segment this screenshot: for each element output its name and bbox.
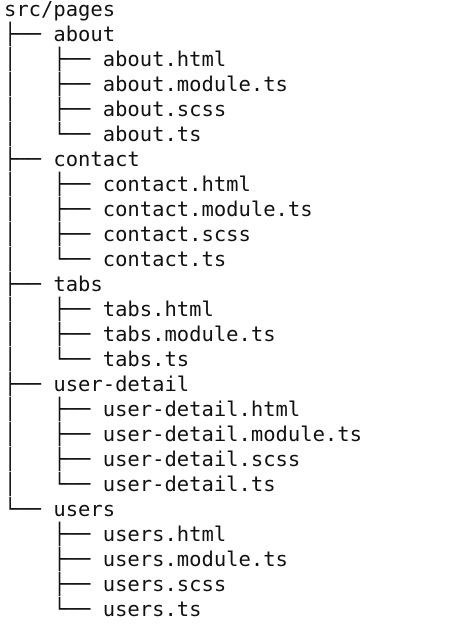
file-name: about.ts [102, 122, 202, 146]
tree-branch-connector: │ ├── [4, 397, 103, 421]
tree-file-row: │ ├── contact.scss [4, 222, 251, 247]
tree-root: src/pages [4, 0, 115, 22]
tree-file-row: │ └── contact.ts [4, 247, 226, 272]
tree-file-row: │ ├── contact.html [4, 172, 251, 197]
tree-file-row: └── users.ts [4, 597, 202, 622]
tree-file-row: │ ├── tabs.html [4, 297, 214, 322]
file-name: users.scss [102, 572, 227, 596]
file-name: about.scss [102, 97, 227, 121]
tree-file-row: │ ├── user-detail.module.ts [4, 422, 362, 447]
tree-branch-connector: │ └── [4, 472, 103, 496]
tree-branch-connector: ├── [4, 372, 54, 396]
tree-branch-connector: │ ├── [4, 447, 103, 471]
file-name: contact.html [102, 172, 251, 196]
tree-file-row: │ ├── user-detail.html [4, 397, 300, 422]
tree-file-row: │ ├── user-detail.scss [4, 447, 300, 472]
tree-branch-connector: │ └── [4, 247, 103, 271]
tree-branch-connector: ├── [4, 22, 54, 46]
file-name: tabs.html [102, 297, 214, 321]
file-tree: src/pages ├── about │ ├── about.html │ ├──… [0, 0, 460, 626]
tree-branch-connector: ├── [4, 522, 103, 546]
tree-file-row: │ ├── about.module.ts [4, 72, 288, 97]
tree-folder-row: ├── user-detail [4, 372, 189, 397]
tree-file-row: │ ├── contact.module.ts [4, 197, 313, 222]
tree-folder-row: ├── contact [4, 147, 140, 172]
tree-branch-connector: ├── [4, 147, 54, 171]
tree-branch-connector: ├── [4, 547, 103, 571]
file-name: about.module.ts [102, 72, 288, 96]
tree-branch-connector: │ └── [4, 122, 103, 146]
tree-branch-connector: │ ├── [4, 297, 103, 321]
tree-file-row: │ ├── tabs.module.ts [4, 322, 276, 347]
file-name: contact.scss [102, 222, 251, 246]
tree-branch-connector: │ ├── [4, 172, 103, 196]
tree-branch-connector: │ ├── [4, 422, 103, 446]
tree-folder-row: └── users [4, 497, 115, 522]
file-name: users.ts [102, 597, 202, 621]
tree-branch-connector: ├── [4, 572, 103, 596]
tree-file-row: ├── users.scss [4, 572, 226, 597]
tree-file-row: │ ├── about.html [4, 47, 226, 72]
folder-name: users [53, 497, 116, 521]
file-name: tabs.module.ts [102, 322, 276, 346]
tree-branch-connector: │ ├── [4, 47, 103, 71]
file-name: contact.module.ts [102, 197, 313, 221]
folder-name: user-detail [53, 372, 190, 396]
folder-name: tabs [53, 272, 103, 296]
tree-branch-connector: │ ├── [4, 72, 103, 96]
file-name: contact.ts [102, 247, 227, 271]
file-name: user-detail.html [102, 397, 301, 421]
tree-folder-row: ├── about [4, 22, 115, 47]
tree-branch-connector: │ ├── [4, 97, 103, 121]
tree-branch-connector: │ ├── [4, 322, 103, 346]
tree-branch-connector: └── [4, 497, 54, 521]
folder-name: about [53, 22, 116, 46]
root-folder-name: src/pages [4, 0, 116, 21]
file-name: tabs.ts [102, 347, 190, 371]
file-name: users.module.ts [102, 547, 288, 571]
tree-file-row: │ └── tabs.ts [4, 347, 189, 372]
tree-file-row: │ └── user-detail.ts [4, 472, 276, 497]
file-name: user-detail.module.ts [102, 422, 362, 446]
tree-folder-row: ├── tabs [4, 272, 103, 297]
file-name: users.html [102, 522, 227, 546]
file-name: user-detail.scss [102, 447, 301, 471]
tree-branch-connector: │ └── [4, 347, 103, 371]
folder-name: contact [53, 147, 140, 171]
tree-branch-connector: ├── [4, 272, 54, 296]
tree-branch-connector: └── [4, 597, 103, 621]
tree-file-row: │ ├── about.scss [4, 97, 226, 122]
tree-file-row: ├── users.html [4, 522, 226, 547]
file-name: user-detail.ts [102, 472, 276, 496]
tree-branch-connector: │ ├── [4, 222, 103, 246]
file-name: about.html [102, 47, 227, 71]
tree-file-row: │ └── about.ts [4, 122, 202, 147]
tree-branch-connector: │ ├── [4, 197, 103, 221]
tree-file-row: ├── users.module.ts [4, 547, 288, 572]
